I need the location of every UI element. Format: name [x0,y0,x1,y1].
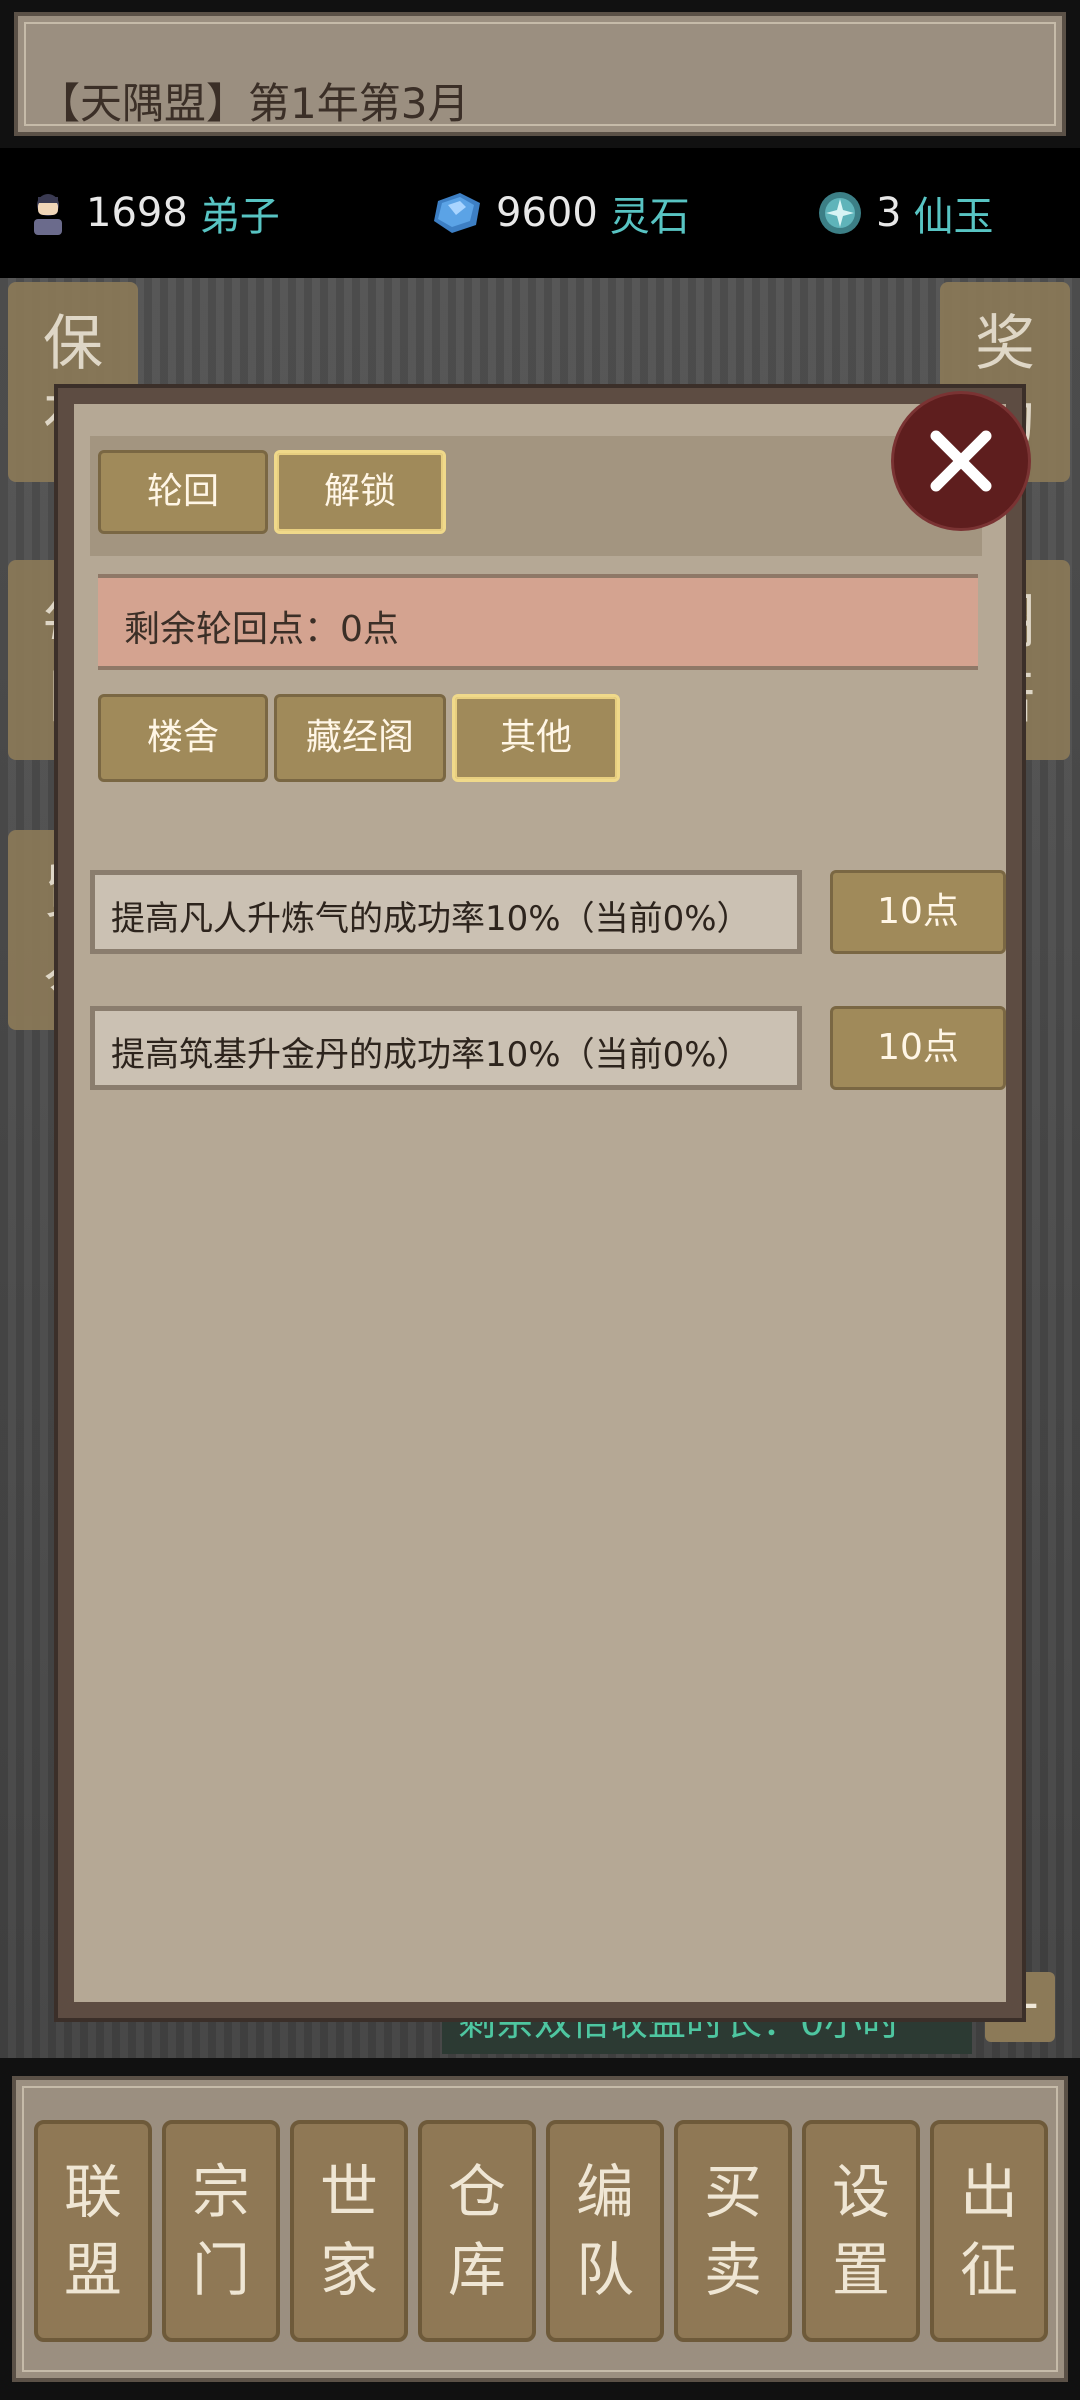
nav-sect-char-2: 门 [191,2236,250,2304]
spirit-stones-value: 9600 [496,190,598,236]
nav-trade-char-2: 卖 [703,2236,762,2304]
title-bar: 【天隅盟】第1年第3月 [0,0,1080,148]
immortal-jade-icon [819,192,861,234]
title-frame: 【天隅盟】第1年第3月 [14,12,1066,136]
nav-warehouse-char-1: 仓 [447,2157,506,2226]
page-title: 【天隅盟】第1年第3月 [38,79,470,128]
disciples-label: 弟子 [199,194,280,240]
spirit-stone-icon [434,193,480,233]
close-icon [930,430,992,492]
nav-formation-char-1: 编 [575,2157,634,2226]
subtab-scripture-pavilion[interactable]: 藏经阁 [274,694,446,782]
nav-settings-char-1: 设 [831,2157,890,2226]
nav-settings[interactable]: 设 置 [802,2120,920,2342]
nav-alliance-char-1: 联 [63,2157,122,2226]
unlock-item: 提高凡人升炼气的成功率10%（当前0%） [90,870,802,954]
remaining-points-bar: 剩余轮回点：0点 [98,574,978,670]
nav-settings-char-2: 置 [831,2236,890,2304]
nav-trade-char-1: 买 [703,2157,762,2226]
nav-sect[interactable]: 宗 门 [162,2120,280,2342]
immortal-jade-label: 仙玉 [913,194,994,240]
nav-expedition-char-2: 征 [959,2236,1018,2304]
resource-immortal-jade: 3 仙玉 [816,178,993,248]
tab-unlock[interactable]: 解锁 [274,450,446,534]
nav-alliance[interactable]: 联 盟 [34,2120,152,2342]
unlock-cost-button[interactable]: 10点 [830,1006,1006,1090]
dialog-body: 轮回 解锁 剩余轮回点：0点 楼舍 藏经阁 其他 提高凡人升炼气的成功率10%（… [90,436,1006,1986]
main-tab-strip: 轮回 解锁 [90,436,982,556]
nav-formation[interactable]: 编 队 [546,2120,664,2342]
reincarnation-dialog: 轮回 解锁 剩余轮回点：0点 楼舍 藏经阁 其他 提高凡人升炼气的成功率10%（… [58,388,1022,2018]
resource-spirit-stones: 9600 灵石 [430,178,690,248]
unlock-item-text: 提高凡人升炼气的成功率10%（当前0%） [111,899,751,939]
spirit-stones-label: 灵石 [609,194,690,240]
subtab-others[interactable]: 其他 [452,694,620,782]
unlock-item-text: 提高筑基升金丹的成功率10%（当前0%） [111,1035,751,1075]
side-button-rewards-char-1: 奖 [975,309,1035,379]
close-button[interactable] [894,394,1028,528]
nav-alliance-char-2: 盟 [63,2236,122,2304]
disciple-icon [34,194,62,235]
nav-expedition-char-1: 出 [959,2157,1018,2226]
nav-family[interactable]: 世 家 [290,2120,408,2342]
unlock-cost-button[interactable]: 10点 [830,870,1006,954]
side-button-save-char-1: 保 [43,309,103,379]
nav-warehouse-char-2: 库 [447,2236,506,2304]
tab-reincarnation[interactable]: 轮回 [98,450,268,534]
remaining-points-text: 剩余轮回点：0点 [124,609,399,650]
nav-family-char-1: 世 [319,2157,378,2226]
nav-family-char-2: 家 [319,2236,378,2304]
nav-formation-char-2: 队 [575,2236,634,2304]
nav-expedition[interactable]: 出 征 [930,2120,1048,2342]
subtab-buildings[interactable]: 楼舍 [98,694,268,782]
nav-sect-char-1: 宗 [191,2157,250,2226]
nav-warehouse[interactable]: 仓 库 [418,2120,536,2342]
immortal-jade-value: 3 [876,190,902,236]
resource-disciples: 1698 弟子 [24,178,280,248]
disciples-value: 1698 [86,190,188,236]
resource-bar: 1698 弟子 9600 灵石 3 仙玉 [0,148,1080,278]
unlock-item: 提高筑基升金丹的成功率10%（当前0%） [90,1006,802,1090]
nav-trade[interactable]: 买 卖 [674,2120,792,2342]
